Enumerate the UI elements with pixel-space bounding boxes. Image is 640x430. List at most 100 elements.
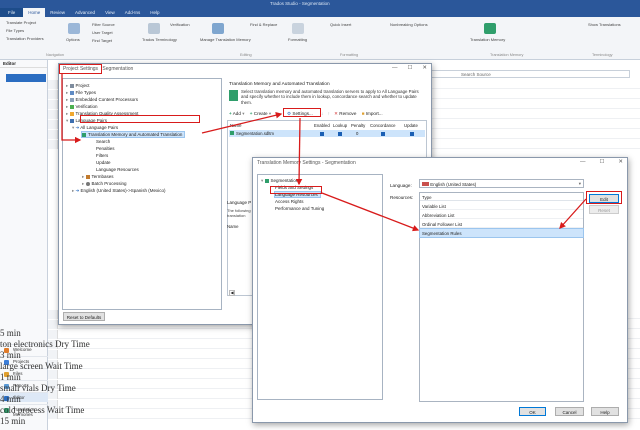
ribbon-file-types[interactable]: File Types bbox=[6, 28, 24, 33]
tree-item-all-pairs[interactable]: ▾ ➜ All Language Pairs bbox=[72, 125, 118, 131]
editor-segment-text[interactable]: large screen Wait Time bbox=[0, 361, 83, 371]
ribbon-translation-memory[interactable]: Translation Memory bbox=[470, 37, 505, 42]
ribbon-verification[interactable]: Verification bbox=[170, 22, 190, 27]
project-settings-subtitle: Segmentation bbox=[102, 66, 134, 72]
ok-button[interactable]: OK bbox=[519, 407, 546, 416]
formatting-icon[interactable] bbox=[292, 23, 304, 34]
resource-item-ordinal-follower-list[interactable]: Ordinal Follower List bbox=[420, 220, 583, 228]
resource-item-abbreviation-list[interactable]: Abbreviation List bbox=[420, 211, 583, 219]
tree-item-filters[interactable]: Filters bbox=[96, 153, 108, 158]
resource-item-variable-list[interactable]: Variable List bbox=[420, 202, 583, 210]
column-name[interactable]: Name bbox=[230, 123, 241, 128]
create-button[interactable]: Create bbox=[254, 111, 268, 116]
tab-view[interactable]: View bbox=[100, 8, 120, 17]
column-enabled[interactable]: Enabled bbox=[314, 123, 330, 128]
column-lookup[interactable]: Lookup bbox=[333, 123, 347, 128]
minimize-icon[interactable]: — bbox=[392, 65, 398, 71]
ribbon-nonbreaking-options[interactable]: Nonbreaking Options bbox=[390, 22, 428, 27]
ribbon-user-target[interactable]: User Target bbox=[92, 30, 113, 35]
tree-item-project[interactable]: ▸ Project bbox=[66, 83, 90, 89]
language-dropdown[interactable]: English (United States) ▾ bbox=[419, 179, 584, 188]
tree-item-tm-automated[interactable]: Translation Memory and Automated Transla… bbox=[80, 131, 186, 138]
close-icon[interactable]: ✕ bbox=[618, 159, 623, 165]
tab-add-ins[interactable]: Add-Ins bbox=[120, 8, 146, 17]
options-icon[interactable] bbox=[68, 23, 80, 34]
tree-item-batch[interactable]: ▸ Batch Processing bbox=[82, 181, 127, 187]
ribbon-quick-insert[interactable]: Quick Insert bbox=[330, 22, 351, 27]
ribbon-find-target[interactable]: Find Target bbox=[92, 38, 112, 43]
tree-item-file-types[interactable]: ▸ File Types bbox=[66, 90, 96, 96]
help-button[interactable]: Help bbox=[591, 407, 619, 416]
scroll-left-icon[interactable]: ◀ bbox=[229, 290, 235, 296]
panel-title: Translation Memory and Automated Transla… bbox=[229, 82, 330, 87]
table-row[interactable]: Segmentation.sdltm 0 bbox=[229, 130, 425, 137]
column-concordance[interactable]: Concordance bbox=[370, 123, 396, 128]
editor-segment-text[interactable]: 1 min bbox=[0, 372, 21, 382]
tab-review[interactable]: Review bbox=[45, 8, 70, 17]
editor-segment-text[interactable]: 5 min bbox=[0, 328, 21, 338]
tab-file[interactable]: File bbox=[0, 8, 24, 17]
terminology-icon[interactable] bbox=[148, 23, 160, 34]
ribbon-translate-project[interactable]: Translate Project bbox=[6, 20, 36, 25]
gear-icon bbox=[85, 181, 90, 186]
column-penalty[interactable]: Penalty bbox=[351, 123, 365, 128]
editor-segment-text[interactable]: 3 min bbox=[0, 350, 21, 360]
row-number-cell bbox=[48, 330, 58, 339]
enabled-checkbox[interactable] bbox=[320, 131, 324, 136]
editor-segment-text[interactable]: 15 min bbox=[0, 416, 25, 426]
concordance-checkbox[interactable] bbox=[381, 131, 385, 136]
ribbon-translation-providers[interactable]: Translation Providers bbox=[6, 36, 44, 41]
editor-segment-text[interactable]: small vials Dry Time bbox=[0, 383, 76, 393]
add-button[interactable]: Add bbox=[233, 111, 241, 116]
cancel-button[interactable]: Cancel bbox=[555, 407, 584, 416]
ribbon-filter-source[interactable]: Filter Source bbox=[92, 22, 115, 27]
tree-item-penalties[interactable]: Penalties bbox=[96, 146, 115, 151]
ribbon-formatting[interactable]: Formatting bbox=[288, 37, 307, 42]
minimize-icon[interactable]: — bbox=[580, 159, 586, 165]
column-update[interactable]: Update bbox=[404, 123, 418, 128]
tab-advanced[interactable]: Advanced bbox=[70, 8, 100, 17]
maximize-icon[interactable]: ☐ bbox=[407, 65, 412, 71]
tree-item-verification-label: Verification bbox=[75, 104, 98, 109]
tab-home[interactable]: Home bbox=[23, 8, 46, 17]
panel-description: Select translation memory and automated … bbox=[241, 89, 419, 105]
resource-item-segmentation-rules[interactable]: Segmentation Rules bbox=[419, 228, 584, 238]
move-down-icon[interactable]: ↓ bbox=[321, 111, 323, 116]
tree-item-segmentation[interactable]: ▾ Segmentation bbox=[261, 178, 298, 184]
ribbon-show-translations[interactable]: Show Translations bbox=[588, 22, 621, 27]
tab-help[interactable]: Help bbox=[145, 8, 164, 17]
type-column-header[interactable]: Type bbox=[420, 193, 583, 201]
maximize-icon[interactable]: ☐ bbox=[599, 159, 604, 165]
update-checkbox[interactable] bbox=[410, 131, 414, 136]
ribbon-options[interactable]: Options bbox=[66, 37, 80, 42]
manage-tm-icon[interactable] bbox=[212, 23, 224, 34]
translation-memory-icon[interactable] bbox=[484, 23, 496, 34]
tree-item-verification[interactable]: ▸ Verification bbox=[66, 104, 98, 110]
editor-segment-text[interactable]: 4 min bbox=[0, 394, 21, 404]
lower-section-label: Language P bbox=[227, 200, 252, 205]
tree-item-performance[interactable]: Performance and Tuning bbox=[275, 206, 324, 211]
tree-item-project-label: Project bbox=[75, 83, 90, 88]
close-icon[interactable]: ✕ bbox=[422, 65, 427, 71]
ribbon-manage-tm[interactable]: Manage Translation Memory bbox=[200, 37, 251, 42]
lookup-checkbox[interactable] bbox=[338, 131, 342, 136]
penalty-cell[interactable]: 0 bbox=[356, 131, 358, 136]
ribbon-trados-terminology[interactable]: Trados Terminology bbox=[142, 37, 177, 42]
current-file-item[interactable] bbox=[6, 74, 46, 82]
tree-item-search[interactable]: Search bbox=[96, 139, 110, 144]
tree-item-language-resources[interactable]: Language Resources bbox=[96, 167, 139, 172]
tree-item-termbases[interactable]: ▸ Termbases bbox=[82, 174, 114, 180]
tree-item-en-es[interactable]: ▸ ➜ English (United States)->Spanish (Me… bbox=[72, 188, 165, 194]
tree-item-update[interactable]: Update bbox=[96, 160, 111, 165]
editor-segment-text[interactable]: ton electronics Dry Time bbox=[0, 339, 90, 349]
reset-button[interactable]: Reset bbox=[589, 205, 619, 214]
tree-item-access-rights[interactable]: Access Rights bbox=[275, 199, 304, 204]
lower-column-name[interactable]: Name bbox=[227, 224, 238, 229]
move-up-icon[interactable]: ↑ bbox=[328, 111, 330, 116]
import-button[interactable]: Import... bbox=[366, 111, 383, 116]
remove-button[interactable]: Remove bbox=[339, 111, 356, 116]
tree-item-embedded[interactable]: ▸ Embedded Content Processors bbox=[66, 97, 138, 103]
ribbon-find-replace[interactable]: Find & Replace bbox=[250, 22, 277, 27]
reset-to-defaults-button[interactable]: Reset to Defaults bbox=[63, 312, 105, 321]
editor-segment-text[interactable]: cold process Wait Time bbox=[0, 405, 84, 415]
